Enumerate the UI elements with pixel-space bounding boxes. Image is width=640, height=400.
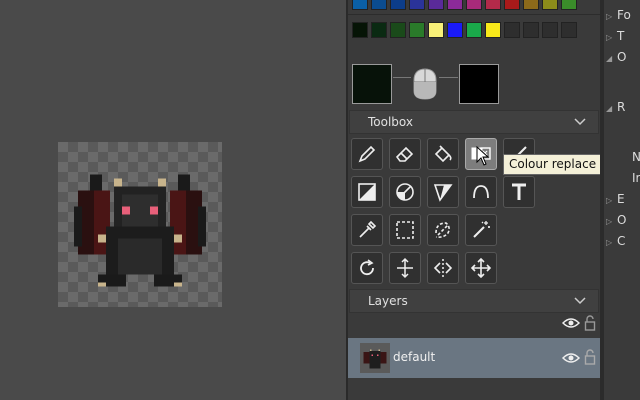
dragon-sprite xyxy=(74,174,206,287)
palette-swatch[interactable] xyxy=(561,22,577,38)
right-panel-item[interactable]: C xyxy=(617,234,625,248)
rect-select-icon xyxy=(396,221,414,239)
right-panel-item[interactable]: R xyxy=(617,100,625,114)
palette-swatch[interactable] xyxy=(466,22,482,38)
palette-swatch[interactable] xyxy=(428,0,444,10)
scale-icon xyxy=(397,257,413,279)
curve-icon xyxy=(473,185,489,199)
expand-arrow-icon[interactable]: ▷ xyxy=(606,238,612,247)
right-panel-item[interactable]: N xyxy=(632,150,640,164)
canvas-area[interactable] xyxy=(0,0,346,400)
expand-arrow-icon[interactable]: ▷ xyxy=(606,33,612,42)
color-picker-icon xyxy=(359,220,377,238)
primary-color-swatch[interactable] xyxy=(352,64,392,104)
lasso-tool-button[interactable] xyxy=(427,214,459,246)
expand-arrow-icon[interactable]: ▷ xyxy=(606,217,612,226)
move-icon xyxy=(470,257,492,279)
layer-name: default xyxy=(393,350,436,364)
gradient-tool-button[interactable] xyxy=(427,176,459,208)
move-tool-button[interactable] xyxy=(465,252,497,284)
palette-swatch[interactable] xyxy=(409,22,425,38)
mouse-cursor-icon xyxy=(476,145,490,169)
pencil-icon xyxy=(358,145,376,163)
palette-swatch[interactable] xyxy=(409,0,425,10)
chevron-down-icon xyxy=(574,293,586,310)
palette-swatch[interactable] xyxy=(352,0,368,10)
palette-row-2 xyxy=(352,22,577,38)
palette-swatch[interactable] xyxy=(561,0,577,10)
collapse-arrow-icon[interactable]: ◢ xyxy=(606,104,612,113)
scale-tool-button[interactable] xyxy=(389,252,421,284)
connector-line-right xyxy=(439,77,458,78)
layer-thumbnail xyxy=(360,343,390,373)
palette-swatch[interactable] xyxy=(447,0,463,10)
palette-swatch[interactable] xyxy=(428,22,444,38)
right-panel-item[interactable]: Fo xyxy=(617,8,631,22)
palette-swatch[interactable] xyxy=(390,22,406,38)
right-panel-item[interactable]: T xyxy=(617,29,624,43)
collapse-arrow-icon[interactable]: ◢ xyxy=(606,54,612,63)
flip-icon xyxy=(433,259,453,277)
layers-title: Layers xyxy=(368,294,408,308)
palette-divider xyxy=(348,14,600,15)
right-panel-item[interactable]: Ir xyxy=(632,171,640,185)
text-tool-button[interactable] xyxy=(503,176,535,208)
mouse-icon xyxy=(412,67,438,104)
palette-swatch[interactable] xyxy=(523,0,539,10)
magic-wand-icon xyxy=(473,221,490,238)
palette-swatch[interactable] xyxy=(371,22,387,38)
toolbox-title: Toolbox xyxy=(368,115,413,129)
dither-tool-button[interactable] xyxy=(389,176,421,208)
palette-swatch[interactable] xyxy=(542,22,558,38)
shading-tool-button[interactable] xyxy=(351,176,383,208)
palette-swatch[interactable] xyxy=(504,0,520,10)
eraser-tool-button[interactable] xyxy=(389,138,421,170)
layer-row[interactable]: default xyxy=(348,338,600,378)
palette-swatch[interactable] xyxy=(523,22,539,38)
palette-swatch[interactable] xyxy=(352,22,368,38)
flip-tool-button[interactable] xyxy=(427,252,459,284)
connector-line-left xyxy=(393,77,411,78)
text-icon xyxy=(512,183,526,200)
pencil-tool-button[interactable] xyxy=(351,138,383,170)
secondary-color-swatch[interactable] xyxy=(459,64,499,104)
eye-icon[interactable] xyxy=(561,316,581,333)
color-picker-tool-button[interactable] xyxy=(351,214,383,246)
rotate-tool-button[interactable] xyxy=(351,252,383,284)
shade-icon xyxy=(358,183,376,201)
eraser-icon xyxy=(395,146,414,162)
palette-row-1 xyxy=(352,0,577,10)
lasso-icon xyxy=(435,222,450,238)
expand-arrow-icon[interactable]: ▷ xyxy=(606,196,612,205)
right-panel-item[interactable]: E xyxy=(617,192,625,206)
eye-icon[interactable] xyxy=(561,351,581,368)
palette-swatch[interactable] xyxy=(371,0,387,10)
rotate-icon xyxy=(360,259,374,276)
fill-tool-button[interactable] xyxy=(427,138,459,170)
layers-header[interactable]: Layers xyxy=(349,289,599,313)
right-panel: ▷ Fo ▷ T ◢ O ◢ R N Ir ▷ E ▷ O ▷ C xyxy=(604,0,640,400)
chevron-down-icon xyxy=(574,114,586,131)
lock-icon[interactable] xyxy=(584,315,596,334)
magic-wand-tool-button[interactable] xyxy=(465,214,497,246)
expand-arrow-icon[interactable]: ▷ xyxy=(606,12,612,21)
gradient-icon xyxy=(433,184,453,202)
right-panel-item[interactable]: O xyxy=(617,213,626,227)
lock-icon[interactable] xyxy=(584,349,596,368)
sprite-canvas[interactable] xyxy=(58,142,222,307)
curve-tool-button[interactable] xyxy=(465,176,497,208)
palette-swatch[interactable] xyxy=(542,0,558,10)
toolbox-header[interactable]: Toolbox xyxy=(349,110,599,134)
palette-swatch[interactable] xyxy=(485,0,501,10)
palette-swatch[interactable] xyxy=(447,22,463,38)
palette-swatch[interactable] xyxy=(485,22,501,38)
palette-swatch[interactable] xyxy=(390,0,406,10)
palette-swatch[interactable] xyxy=(504,22,520,38)
palette-swatch[interactable] xyxy=(466,0,482,10)
dither-icon xyxy=(396,183,414,201)
rect-select-tool-button[interactable] xyxy=(389,214,421,246)
fill-bucket-icon xyxy=(434,145,452,163)
right-panel-item[interactable]: O xyxy=(617,50,626,64)
